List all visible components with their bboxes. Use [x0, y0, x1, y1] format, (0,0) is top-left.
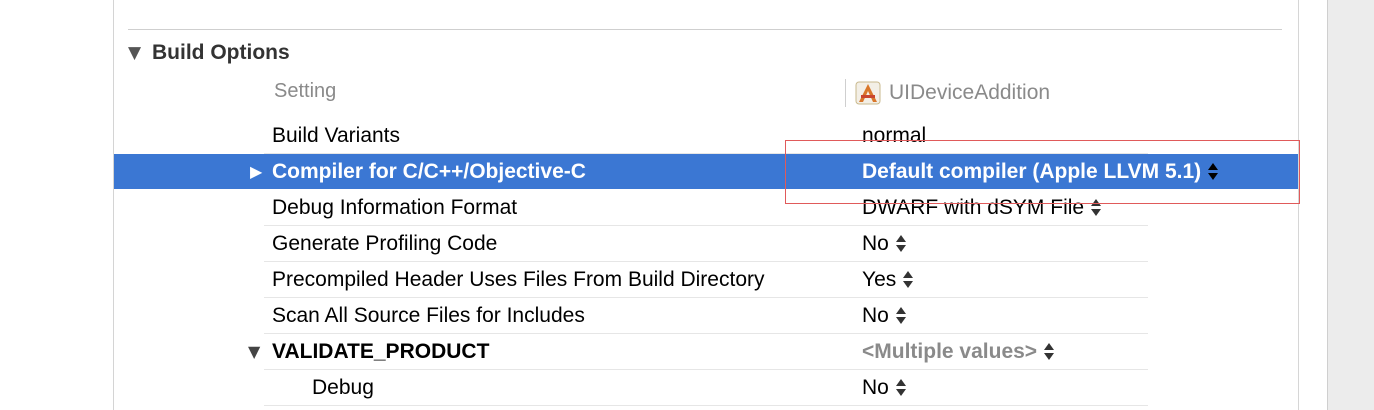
setting-value-popup[interactable]: No: [862, 298, 907, 333]
disclosure-down-icon[interactable]: ▼: [128, 43, 152, 63]
setting-row-scan-source[interactable]: Scan All Source Files for Includes No: [264, 298, 1148, 334]
column-header-setting[interactable]: Setting: [274, 80, 336, 103]
setting-label: Precompiled Header Uses Files From Build…: [272, 268, 765, 291]
panel-border: [1298, 0, 1299, 410]
setting-value-text: <Multiple values>: [862, 340, 1038, 363]
disclosure-down-icon[interactable]: ▼: [248, 334, 260, 369]
section-title: Build Options: [152, 41, 290, 64]
setting-label: VALIDATE_PRODUCT: [272, 340, 490, 363]
target-name: UIDeviceAddition: [889, 81, 1051, 104]
popup-arrows-icon[interactable]: [1043, 342, 1055, 362]
column-header-target[interactable]: UIDeviceAddition: [855, 79, 1050, 107]
setting-value-text: No: [862, 376, 889, 399]
setting-value-popup[interactable]: <Multiple values>: [862, 334, 1055, 369]
setting-value-popup[interactable]: Default compiler (Apple LLVM 5.1): [862, 154, 1219, 189]
setting-value-text: Default compiler (Apple LLVM 5.1): [862, 160, 1202, 183]
popup-arrows-icon[interactable]: [895, 378, 907, 398]
section-divider: [128, 29, 1282, 30]
setting-row-precompiled-header[interactable]: Precompiled Header Uses Files From Build…: [264, 262, 1148, 298]
setting-row-validate-product[interactable]: ▼ VALIDATE_PRODUCT <Multiple values>: [248, 334, 1148, 370]
setting-value-text: Yes: [862, 268, 897, 291]
setting-label: Debug Information Format: [272, 196, 518, 219]
setting-label: Build Variants: [272, 124, 401, 147]
setting-value-popup[interactable]: Yes: [862, 262, 914, 297]
app-target-icon: [855, 81, 881, 105]
setting-row-build-variants[interactable]: Build Variants normal: [264, 118, 1148, 154]
setting-row-profiling-code[interactable]: Generate Profiling Code No: [264, 226, 1148, 262]
setting-value-popup[interactable]: No: [862, 370, 907, 405]
setting-value-text: No: [862, 232, 889, 255]
section-header-build-options[interactable]: ▼ Build Options: [128, 38, 290, 68]
setting-label: Generate Profiling Code: [272, 232, 498, 255]
setting-label: Compiler for C/C++/Objective-C: [272, 160, 586, 183]
setting-row-debug-config[interactable]: Debug No: [264, 370, 1148, 406]
disclosure-right-icon[interactable]: ▶: [250, 154, 262, 189]
setting-label: Debug: [312, 376, 374, 399]
right-gutter: [1327, 0, 1374, 410]
setting-value-text: normal: [862, 124, 927, 147]
setting-value-popup[interactable]: No: [862, 226, 907, 261]
setting-value-popup[interactable]: DWARF with dSYM File: [862, 190, 1102, 225]
popup-arrows-icon[interactable]: [895, 234, 907, 254]
popup-arrows-icon[interactable]: [902, 270, 914, 290]
popup-arrows-icon[interactable]: [1207, 162, 1219, 182]
left-sidebar-edge: [0, 0, 114, 410]
column-separator: [845, 79, 846, 107]
setting-value-text: DWARF with dSYM File: [862, 196, 1085, 219]
popup-arrows-icon[interactable]: [895, 306, 907, 326]
setting-value[interactable]: normal: [862, 118, 926, 153]
setting-label: Scan All Source Files for Includes: [272, 304, 585, 327]
setting-row-debug-info-format[interactable]: Debug Information Format DWARF with dSYM…: [264, 190, 1148, 226]
setting-row-compiler[interactable]: ▶ Compiler for C/C++/Objective-C Default…: [114, 154, 1298, 189]
setting-value-text: No: [862, 304, 889, 327]
popup-arrows-icon[interactable]: [1090, 198, 1102, 218]
